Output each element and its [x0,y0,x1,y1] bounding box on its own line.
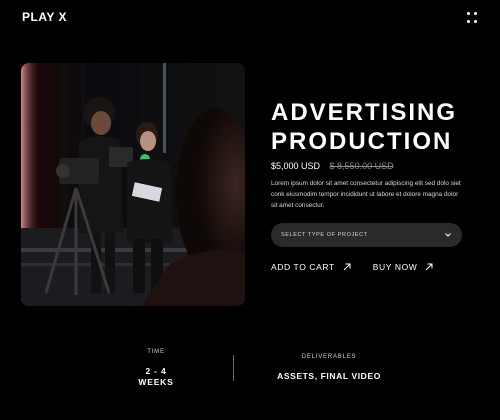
chevron-down-icon [444,231,452,239]
buy-now-label: BUY NOW [372,262,418,272]
brand-logo[interactable]: PLAY X [22,10,67,24]
original-price: $ 8,550.00 USD [329,161,394,171]
time-value-line-1: 2 - 4 [145,366,167,376]
deliverables-label: DELIVERABLES [301,354,357,360]
arrow-up-right-icon [343,263,351,271]
title-line-1: ADVERTISING [271,99,458,126]
arrow-up-right-icon [426,263,433,271]
action-row: ADD TO CART BUY NOW [271,262,433,272]
buy-now-button[interactable]: BUY NOW [373,262,434,272]
time-label: TIME [147,349,165,355]
time-value: 2 - 4 WEEKS [120,366,192,388]
title-line-2: PRODUCTION [271,128,453,155]
deliverables-value: ASSETS, FINAL VIDEO [277,371,381,381]
grid-menu-icon[interactable] [467,12,478,23]
project-type-select[interactable]: SELECT TYPE OF PROJECT [271,223,462,247]
current-price: $5,000 USD [271,161,321,171]
product-title: ADVERTISING PRODUCTION [271,98,457,156]
time-value-line-2: WEEKS [138,377,174,387]
product-description: Lorem ipsum dolor sit amet consectetur a… [271,180,461,209]
production-photo-icon [21,63,245,306]
add-to-cart-label: ADD TO CART [271,262,335,272]
details-divider [233,355,234,381]
add-to-cart-button[interactable]: ADD TO CART [271,262,351,272]
price-row: $5,000 USD $ 8,550.00 USD [271,161,394,171]
select-placeholder: SELECT TYPE OF PROJECT [281,232,368,238]
product-image [21,63,245,306]
